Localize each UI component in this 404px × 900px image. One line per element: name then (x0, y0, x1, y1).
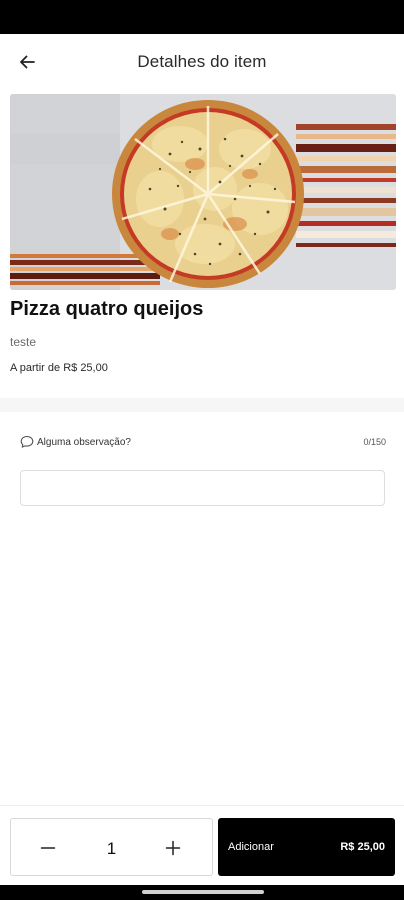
increase-quantity-button[interactable] (158, 833, 188, 863)
app-bar: Detalhes do item (0, 34, 404, 90)
item-image (10, 94, 396, 290)
item-name: Pizza quatro queijos (10, 298, 204, 320)
quantity-stepper: 1 (10, 818, 213, 876)
item-price: A partir de R$ 25,00 (10, 362, 108, 374)
observation-header: Alguma observação? 0/150 (20, 435, 386, 451)
page-title: Detalhes do item (137, 52, 267, 71)
section-separator (0, 398, 404, 412)
home-indicator[interactable] (142, 890, 264, 894)
observation-label: Alguma observação? (37, 437, 131, 448)
chat-bubble-icon (20, 435, 34, 448)
observation-input[interactable] (20, 470, 385, 506)
bottom-divider (0, 805, 404, 806)
item-description: teste (10, 335, 37, 349)
add-button-label: Adicionar (228, 841, 274, 853)
add-to-cart-button[interactable]: Adicionar R$ 25,00 (218, 818, 395, 876)
status-bar (0, 0, 404, 34)
observation-counter: 0/150 (363, 437, 386, 447)
add-button-price: R$ 25,00 (340, 841, 385, 853)
plus-icon (165, 840, 181, 856)
